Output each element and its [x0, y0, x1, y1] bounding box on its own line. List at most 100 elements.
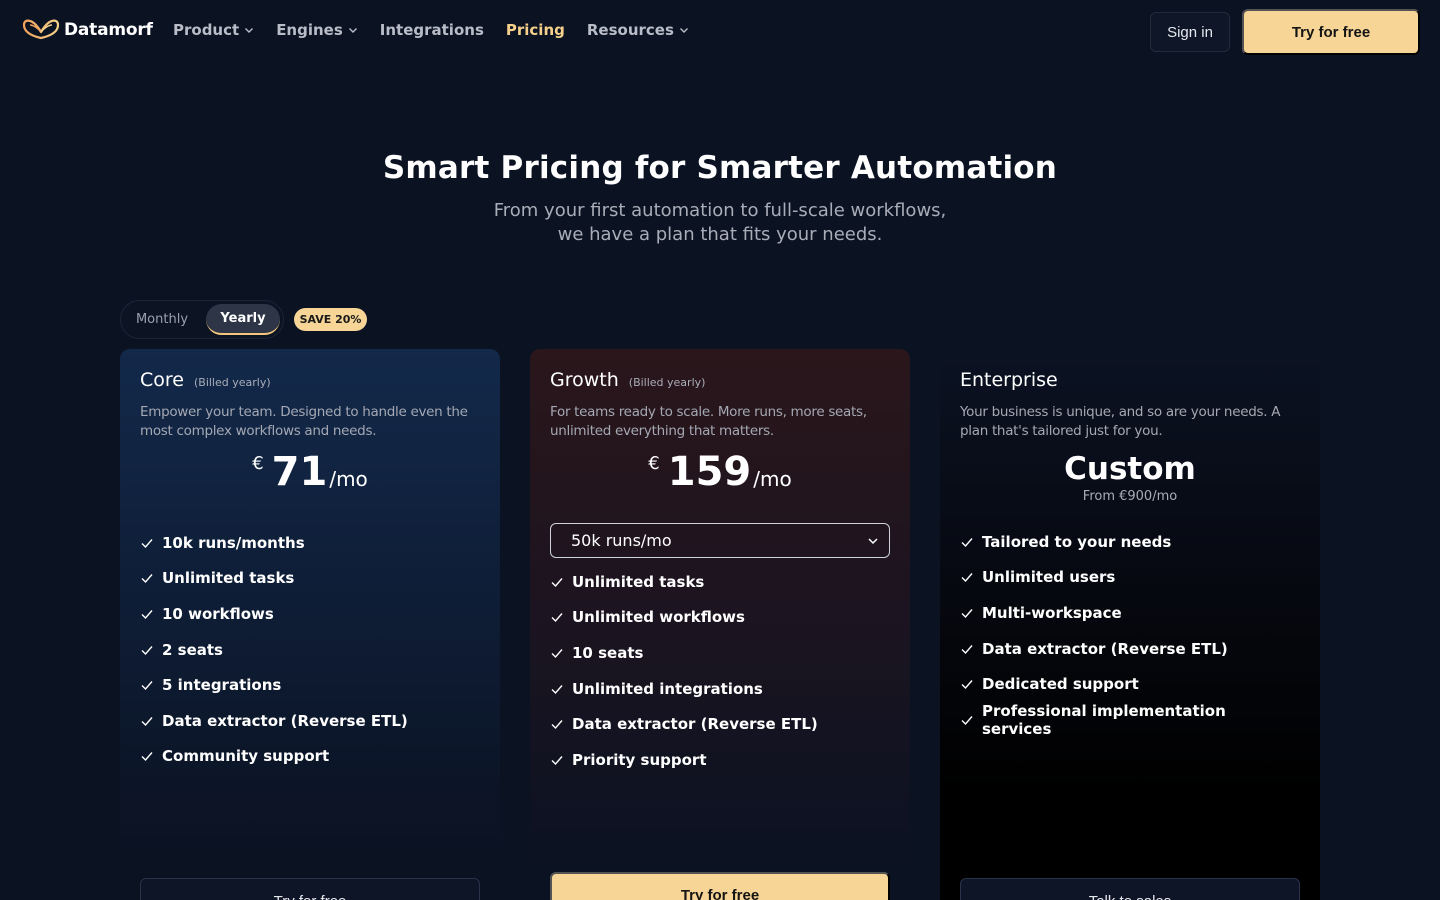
- check-icon: [961, 537, 973, 547]
- feature-item: Unlimited tasks: [550, 564, 890, 600]
- feature-label: Multi-workspace: [982, 603, 1122, 622]
- feature-label: Data extractor (Reverse ETL): [982, 639, 1228, 658]
- plan-price: € 159 /mo: [550, 449, 890, 501]
- feature-label: Unlimited users: [982, 568, 1116, 587]
- toggle-yearly[interactable]: Yearly: [206, 304, 280, 335]
- chevron-down-icon: [245, 28, 254, 33]
- feature-list: Tailored to your needs Unlimited users M…: [960, 524, 1300, 738]
- plan-name: Growth: [550, 369, 619, 391]
- runs-select-value: 50k runs/mo: [571, 531, 672, 550]
- plan-card-enterprise: Enterprise Your business is unique, and …: [940, 349, 1320, 900]
- check-icon: [961, 573, 973, 583]
- check-icon: [141, 574, 153, 584]
- feature-item: Community support: [140, 739, 480, 775]
- feature-item: Data extractor (Reverse ETL): [140, 703, 480, 739]
- check-icon: [961, 715, 973, 725]
- price-amount: 71: [271, 449, 328, 495]
- top-nav: Datamorf Product Engines Integrations Pr…: [0, 0, 1440, 64]
- feature-label: Priority support: [572, 750, 707, 769]
- nav-item-label: Product: [173, 21, 240, 39]
- feature-item: Unlimited users: [960, 560, 1300, 596]
- runs-select[interactable]: 50k runs/mo: [550, 523, 890, 558]
- feature-item: Tailored to your needs: [960, 524, 1300, 560]
- nav-item-pricing[interactable]: Pricing: [506, 21, 565, 39]
- check-icon: [551, 684, 563, 694]
- feature-label: Unlimited tasks: [572, 572, 705, 591]
- plan-name: Core: [140, 369, 184, 391]
- plan-description: Your business is unique, and so are your…: [960, 404, 1281, 439]
- feature-item: Unlimited workflows: [550, 600, 890, 636]
- subtitle-line-2: we have a plan that fits your needs.: [557, 224, 883, 245]
- check-icon: [141, 752, 153, 762]
- billed-note: (Billed yearly): [628, 376, 706, 389]
- feature-item: Professional implementation services: [960, 702, 1300, 738]
- feature-item: 10 workflows: [140, 596, 480, 632]
- check-icon: [961, 680, 973, 690]
- check-icon: [141, 681, 153, 691]
- plan-price: € 71 /mo: [140, 449, 480, 501]
- plan-header: Enterprise: [960, 369, 1300, 391]
- chevron-down-icon: [348, 28, 357, 33]
- brand-logo[interactable]: Datamorf: [22, 18, 153, 42]
- page-title: Smart Pricing for Smarter Automation: [382, 150, 1058, 186]
- feature-item: Multi-workspace: [960, 595, 1300, 631]
- check-icon: [141, 610, 153, 620]
- plan-name: Enterprise: [960, 369, 1058, 391]
- plan-price-custom: Custom: [1064, 451, 1196, 487]
- save-badge: SAVE 20%: [294, 308, 367, 331]
- datamorf-logo-icon: [22, 19, 60, 40]
- nav-item-label: Resources: [586, 21, 674, 39]
- price-currency: €: [252, 453, 264, 474]
- feature-label: Community support: [162, 747, 330, 766]
- feature-item: Dedicated support: [960, 666, 1300, 702]
- chevron-down-icon: [679, 28, 688, 33]
- plan-header: Growth (Billed yearly): [550, 369, 890, 391]
- feature-label: Unlimited tasks: [162, 569, 295, 588]
- check-icon: [551, 720, 563, 730]
- billed-note: (Billed yearly): [193, 376, 271, 389]
- feature-item: Data extractor (Reverse ETL): [550, 706, 890, 742]
- feature-label: Tailored to your needs: [982, 532, 1172, 551]
- sign-in-button[interactable]: Sign in: [1150, 12, 1230, 52]
- subtitle-line-1: From your first automation to full-scale…: [493, 200, 947, 221]
- check-icon: [551, 649, 563, 659]
- nav-item-engines[interactable]: Engines: [276, 21, 358, 39]
- nav-item-product[interactable]: Product: [173, 21, 254, 39]
- plan-card-growth: Growth (Billed yearly) For teams ready t…: [530, 349, 910, 900]
- chevron-down-icon: [868, 537, 878, 544]
- check-icon: [141, 645, 153, 655]
- price-period: /mo: [329, 467, 368, 491]
- nav-item-integrations[interactable]: Integrations: [380, 21, 484, 39]
- page-subtitle: From your first automation to full-scale…: [420, 199, 1020, 247]
- feature-label: 10 seats: [572, 643, 644, 662]
- feature-item: 2 seats: [140, 632, 480, 668]
- feature-list: Unlimited tasks Unlimited workflows 10 s…: [550, 564, 890, 778]
- talk-to-sales-button[interactable]: Talk to sales: [960, 878, 1300, 900]
- feature-item: 10k runs/months: [140, 525, 480, 561]
- nav-item-resources[interactable]: Resources: [587, 21, 689, 39]
- growth-try-for-free-button[interactable]: Try for free: [550, 872, 890, 900]
- try-for-free-button[interactable]: Try for free: [1242, 9, 1420, 55]
- feature-list: 10k runs/months Unlimited tasks 10 workf…: [140, 525, 480, 774]
- feature-label: 5 integrations: [162, 676, 282, 695]
- check-icon: [961, 609, 973, 619]
- check-icon: [551, 613, 563, 623]
- plan-card-core: Core (Billed yearly) Empower your team. …: [120, 349, 500, 900]
- check-icon: [551, 755, 563, 765]
- feature-label: Unlimited workflows: [572, 608, 745, 627]
- toggle-monthly[interactable]: Monthly: [121, 301, 203, 338]
- check-icon: [141, 716, 153, 726]
- feature-item: Priority support: [550, 742, 890, 778]
- price-currency: €: [648, 453, 660, 474]
- main-menu: Product Engines Integrations Pricing Res…: [173, 21, 689, 39]
- feature-item: 10 seats: [550, 635, 890, 671]
- core-try-for-free-button[interactable]: Try for free: [140, 878, 480, 900]
- nav-item-label: Engines: [276, 21, 343, 39]
- nav-item-label: Pricing: [505, 21, 565, 39]
- price-period: /mo: [753, 467, 792, 491]
- feature-label: 2 seats: [162, 640, 223, 659]
- nav-item-label: Integrations: [379, 21, 484, 39]
- feature-label: Unlimited integrations: [572, 679, 763, 698]
- feature-item: 5 integrations: [140, 667, 480, 703]
- billing-toggle: Monthly Yearly: [120, 300, 284, 339]
